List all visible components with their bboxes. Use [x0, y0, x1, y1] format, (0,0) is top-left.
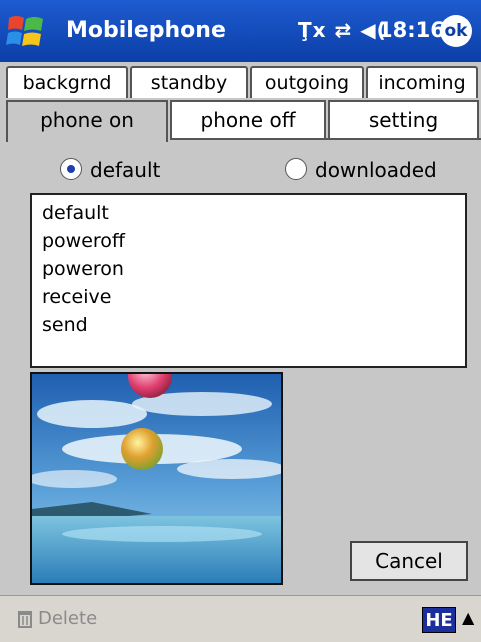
keyboard-toggle-icon[interactable]: ▲	[462, 608, 474, 627]
radio-unselected-icon	[285, 158, 307, 180]
preview-image	[32, 374, 281, 583]
delete-label: Delete	[38, 608, 98, 629]
tab-setting[interactable]: setting	[328, 100, 479, 138]
list-item[interactable]: receive	[42, 283, 111, 311]
cancel-button[interactable]: Cancel	[350, 541, 468, 581]
radio-default-label: default	[90, 158, 161, 182]
animation-preview	[30, 372, 283, 585]
tab-divider	[170, 138, 481, 140]
input-mode-button[interactable]: HE	[422, 607, 456, 633]
list-item[interactable]: default	[42, 199, 109, 227]
tab-backgrnd[interactable]: backgrnd	[6, 66, 128, 98]
radio-downloaded-label: downloaded	[315, 158, 437, 182]
trash-icon	[18, 611, 32, 628]
tab-phone-off[interactable]: phone off	[170, 100, 326, 138]
tab-standby[interactable]: standby	[130, 66, 248, 98]
title-bar: Mobilephone Ţx ⇄ ◀( 18:16 ok	[0, 0, 481, 62]
radio-default[interactable]: default	[60, 157, 200, 183]
window-title[interactable]: Mobilephone	[66, 18, 226, 43]
radio-downloaded[interactable]: downloaded	[285, 157, 460, 183]
tab-row-bottom: phone on phone off setting	[0, 100, 481, 142]
list-item[interactable]: poweroff	[42, 227, 125, 255]
status-icons[interactable]: Ţx ⇄ ◀(	[298, 18, 387, 42]
sound-list[interactable]: default poweroff poweron receive send	[30, 193, 467, 368]
tab-phone-on[interactable]: phone on	[6, 100, 168, 142]
list-item[interactable]: send	[42, 311, 88, 339]
ok-button[interactable]: ok	[440, 15, 472, 47]
windows-start-icon[interactable]	[6, 12, 46, 52]
tab-outgoing[interactable]: outgoing	[250, 66, 364, 98]
tab-incoming[interactable]: incoming	[366, 66, 478, 98]
list-item[interactable]: poweron	[42, 255, 124, 283]
menu-bar: Delete HE ▲	[0, 595, 481, 642]
clock[interactable]: 18:16	[378, 18, 445, 42]
radio-selected-icon	[60, 158, 82, 180]
